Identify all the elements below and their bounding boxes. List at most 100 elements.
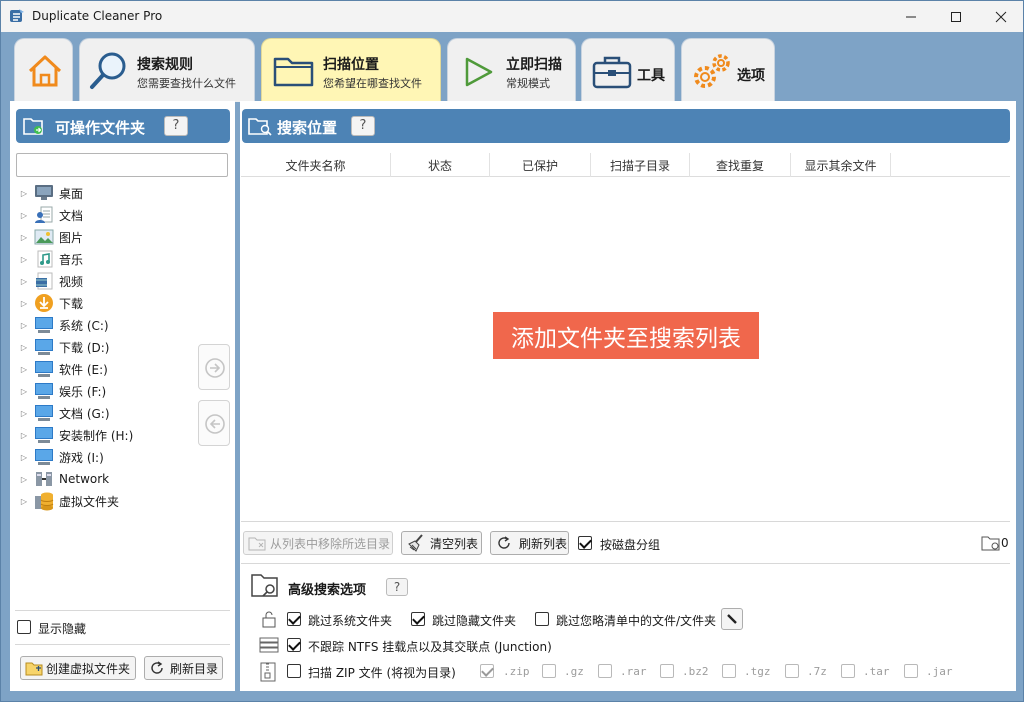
expand-arrow-icon[interactable]: ▷ <box>18 497 30 506</box>
tree-item-drive-i[interactable]: ▷ 游戏 (I:) <box>15 446 230 468</box>
gears-icon <box>694 54 730 88</box>
videos-icon <box>33 271 55 291</box>
tree-item-virtual-folder[interactable]: ▷ 虚拟文件夹 <box>15 490 230 512</box>
clear-list-button[interactable]: 清空列表 <box>401 531 482 555</box>
expand-arrow-icon[interactable]: ▷ <box>18 255 30 264</box>
arrow-left-icon <box>205 414 225 434</box>
tree-item-label: Network <box>59 472 110 486</box>
advanced-help-button[interactable]: ? <box>386 578 408 596</box>
list-bottom-divider <box>241 521 1010 522</box>
broom-icon <box>408 534 423 552</box>
col-find-duplicates[interactable]: 查找重复 <box>690 157 790 174</box>
tree-item-music[interactable]: ▷ 音乐 <box>15 248 230 270</box>
col-separator <box>890 153 891 177</box>
title-bar[interactable]: Duplicate Cleaner Pro <box>1 1 1023 32</box>
tree-item-label: 下载 (D:) <box>59 340 110 355</box>
close-icon <box>995 11 1007 22</box>
remove-selected-button[interactable]: 从列表中移除所选目录 <box>243 531 393 555</box>
archive-bz2-checkbox[interactable] <box>660 664 674 678</box>
advanced-options-title: 高级搜索选项 <box>288 583 367 598</box>
magnifier-icon <box>90 52 126 89</box>
tab-scan-now-title: 立即扫描 <box>506 57 562 73</box>
maximize-button[interactable] <box>933 1 979 32</box>
refresh-directory-button[interactable]: 刷新目录 <box>144 656 223 680</box>
expand-arrow-icon[interactable]: ▷ <box>18 475 30 484</box>
tree-item-videos[interactable]: ▷ 视频 <box>15 270 230 292</box>
expand-arrow-icon[interactable]: ▷ <box>18 299 30 308</box>
archive-rar-checkbox[interactable] <box>598 664 612 678</box>
col-status[interactable]: 状态 <box>391 157 489 174</box>
remove-selected-label: 从列表中移除所选目录 <box>270 536 391 551</box>
tree-item-label: 虚拟文件夹 <box>59 494 120 509</box>
right-help-button[interactable]: ? <box>351 116 375 136</box>
no-ntfs-junction-checkbox[interactable] <box>287 638 301 652</box>
skip-ignore-list-checkbox[interactable] <box>535 612 549 626</box>
tree-item-drive-c[interactable]: ▷ 系统 (C:) <box>15 314 230 336</box>
expand-arrow-icon[interactable]: ▷ <box>18 343 30 352</box>
create-virtual-folder-button[interactable]: 创建虚拟文件夹 <box>20 656 136 680</box>
remove-from-search-button[interactable] <box>198 400 230 446</box>
archive-7z-checkbox[interactable] <box>785 664 799 678</box>
refresh-list-button[interactable]: 刷新列表 <box>490 531 569 555</box>
expand-arrow-icon[interactable]: ▷ <box>18 409 30 418</box>
show-hidden-checkbox[interactable] <box>17 620 31 634</box>
expand-arrow-icon[interactable]: ▷ <box>18 233 30 242</box>
archive-zip-checkbox[interactable] <box>480 664 494 678</box>
folder-remove-icon <box>248 537 266 551</box>
tab-search-rules[interactable]: 搜索规则 您需要查找什么文件 <box>79 38 255 102</box>
skip-hidden-checkbox[interactable] <box>411 612 425 626</box>
add-to-search-button[interactable] <box>198 344 230 390</box>
expand-arrow-icon[interactable]: ▷ <box>18 431 30 440</box>
tree-item-documents[interactable]: ▷ 文档 <box>15 204 230 226</box>
tree-item-network[interactable]: ▷ Network <box>15 468 230 490</box>
close-button[interactable] <box>978 1 1024 32</box>
archive-tgz-checkbox[interactable] <box>722 664 736 678</box>
edit-ignore-list-button[interactable] <box>721 608 743 630</box>
skip-system-label: 跳过系统文件夹 <box>308 614 393 628</box>
lock-icon <box>262 611 276 628</box>
expand-arrow-icon[interactable]: ▷ <box>18 387 30 396</box>
minimize-button[interactable] <box>888 1 934 32</box>
group-by-disk-checkbox[interactable] <box>578 536 592 550</box>
left-divider-bottom <box>15 644 230 645</box>
expand-arrow-icon[interactable]: ▷ <box>18 211 30 220</box>
tree-item-label: 软件 (E:) <box>59 362 108 377</box>
col-folder-name[interactable]: 文件夹名称 <box>241 157 390 174</box>
tab-scan-location[interactable]: 扫描位置 您希望在哪查找文件 <box>261 38 441 102</box>
expand-arrow-icon[interactable]: ▷ <box>18 453 30 462</box>
tab-options[interactable]: 选项 <box>681 38 775 102</box>
drive-icon <box>33 337 55 357</box>
tab-search-rules-title: 搜索规则 <box>137 57 193 73</box>
tab-scan-now[interactable]: 立即扫描 常规模式 <box>447 38 576 102</box>
left-divider <box>15 610 230 611</box>
expand-arrow-icon[interactable]: ▷ <box>18 321 30 330</box>
folder-filter-input[interactable] <box>16 153 228 177</box>
archive-tar-checkbox[interactable] <box>841 664 855 678</box>
expand-arrow-icon[interactable]: ▷ <box>18 365 30 374</box>
col-show-remaining[interactable]: 显示其余文件 <box>791 157 890 174</box>
expand-arrow-icon[interactable]: ▷ <box>18 277 30 286</box>
tree-item-label: 文档 <box>59 208 84 223</box>
skip-system-checkbox[interactable] <box>287 612 301 626</box>
scan-zip-checkbox[interactable] <box>287 664 301 678</box>
archive-tgz-label: .tgz <box>744 665 771 678</box>
archive-jar-checkbox[interactable] <box>904 664 918 678</box>
col-protected[interactable]: 已保护 <box>490 157 590 174</box>
pencil-icon <box>727 614 737 624</box>
drive-icon <box>33 447 55 467</box>
tree-item-downloads[interactable]: ▷ 下载 <box>15 292 230 314</box>
archive-gz-checkbox[interactable] <box>542 664 556 678</box>
col-scan-subdirs[interactable]: 扫描子目录 <box>591 157 689 174</box>
show-hidden-label: 显示隐藏 <box>38 622 87 636</box>
tree-item-label: 娱乐 (F:) <box>59 384 107 399</box>
tree-item-desktop[interactable]: ▷ 桌面 <box>15 182 230 204</box>
tree-item-label: 桌面 <box>59 186 84 201</box>
left-help-button[interactable]: ? <box>164 116 188 136</box>
tree-item-pictures[interactable]: ▷ 图片 <box>15 226 230 248</box>
tab-tools[interactable]: 工具 <box>581 38 675 102</box>
downloads-icon <box>33 293 55 313</box>
tab-home[interactable] <box>14 38 73 102</box>
tree-item-label: 游戏 (I:) <box>59 450 104 465</box>
archive-rar-label: .rar <box>620 665 647 678</box>
expand-arrow-icon[interactable]: ▷ <box>18 189 30 198</box>
